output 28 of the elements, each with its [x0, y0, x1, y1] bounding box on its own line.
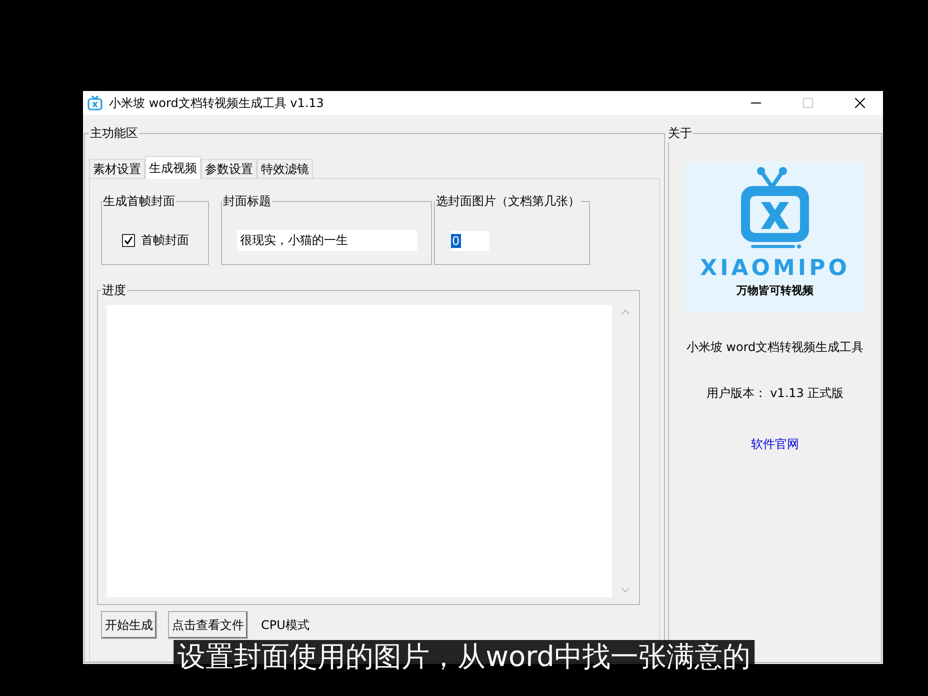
group-title: 关于 [667, 125, 693, 142]
scroll-up-icon [621, 309, 630, 315]
tab[interactable]: 素材设置 [89, 159, 145, 179]
app-name: 小米坡 word文档转视频生成工具 [686, 339, 864, 356]
title-field[interactable]: 很现实，小猫的一生 [237, 230, 417, 251]
group-title: 选封面图片（文档第几张） [435, 193, 581, 210]
version-text: 用户版本： v1.13 正式版 [706, 385, 844, 402]
website-link[interactable]: 软件官网 [751, 436, 799, 453]
mode-label: CPU模式 [261, 616, 310, 634]
checkbox-label: 首帧封面 [141, 232, 189, 249]
window-title: 小米坡 word文档转视频生成工具 v1.13 [109, 94, 325, 112]
number-field[interactable]: 0 [451, 231, 489, 251]
maximize-icon [803, 98, 813, 108]
close-icon [855, 98, 865, 108]
start-button[interactable]: 开始生成 [101, 611, 157, 639]
tab[interactable]: 特效滤镜 [257, 159, 313, 179]
checkbox[interactable] [122, 234, 135, 247]
view-file-button[interactable]: 点击查看文件 [168, 611, 248, 639]
group-title: 进度 [101, 282, 127, 299]
logo-slogan: 万物皆可转视频 [736, 283, 814, 298]
group-title: 封面标题 [222, 193, 272, 210]
group-title: 主功能区 [89, 125, 139, 142]
tab[interactable]: 生成视频 [145, 156, 201, 179]
group-title: 生成首帧封面 [102, 193, 176, 210]
logo-wordmark: XIAOMIPO [700, 256, 850, 281]
tv-icon [87, 95, 103, 111]
scroll-down-icon [621, 587, 630, 593]
tab[interactable]: 参数设置 [201, 159, 257, 179]
